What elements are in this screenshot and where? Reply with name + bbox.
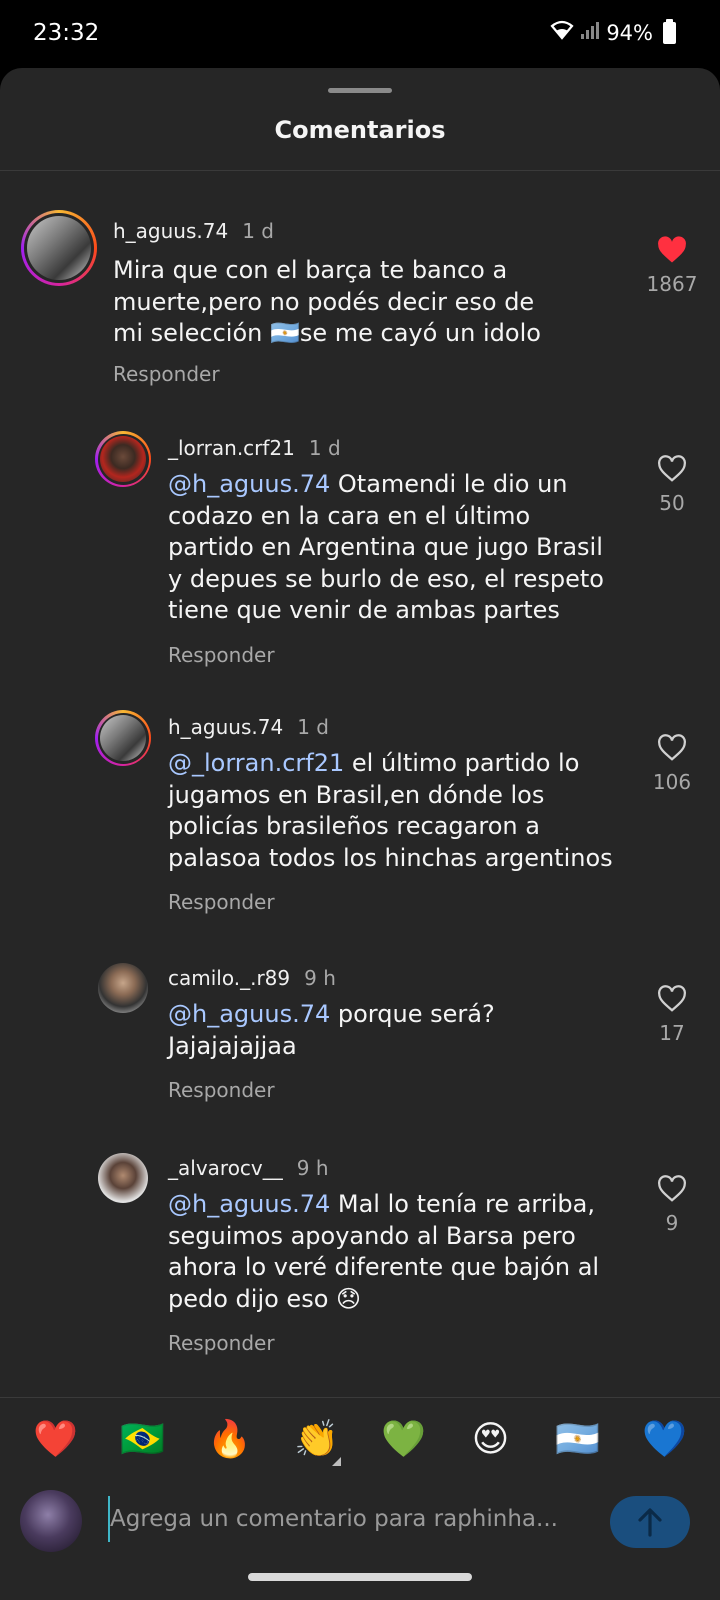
like-count: 50 (659, 491, 685, 515)
emoji-clap-button[interactable]: 👏 (287, 1420, 347, 1466)
comment-body: Mira que con el barça te banco a muerte,… (113, 256, 541, 347)
comment-username[interactable]: _alvarocv__ (168, 1156, 283, 1180)
like-button[interactable]: 17 (637, 985, 707, 1045)
like-button[interactable]: 1867 (637, 236, 707, 296)
comment-time: 1 d (242, 219, 274, 243)
drag-handle[interactable] (328, 88, 392, 93)
comment-text: @_lorran.crf21 el último partido lo juga… (168, 748, 618, 874)
like-count: 9 (665, 1211, 679, 1235)
comment-input-row (0, 1488, 720, 1554)
comment-text: Mira que con el barça te banco a muerte,… (113, 255, 563, 350)
arrow-up-icon (638, 1508, 662, 1537)
emoji-heart-eyes-button[interactable]: 😍 (461, 1420, 521, 1460)
emoji-quick-bar: ❤️ 🇧🇷 🔥 👏 💚 😍 🇦🇷 💙 (0, 1408, 720, 1472)
avatar (20, 1490, 82, 1552)
emoji-heart-button[interactable]: ❤️ (26, 1420, 86, 1460)
emoji-blue-heart-button[interactable]: 💙 (635, 1420, 695, 1460)
reply-button[interactable]: Responder (113, 362, 220, 386)
comment-mention[interactable]: @h_aguus.74 (168, 1000, 330, 1028)
comment-mention[interactable]: @h_aguus.74 (168, 1190, 330, 1218)
comment-item: _alvarocv__ 9 h @h_aguus.74 Mal lo tenía… (0, 1151, 720, 1381)
avatar[interactable] (21, 210, 97, 286)
heart-icon (658, 1175, 686, 1202)
avatar[interactable] (95, 710, 151, 766)
comment-time: 9 h (296, 1156, 329, 1180)
comment-username[interactable]: h_aguus.74 (168, 715, 283, 739)
comment-time: 9 h (304, 966, 336, 990)
reply-button[interactable]: Responder (168, 1078, 275, 1102)
emoji-argentina-flag-button[interactable]: 🇦🇷 (548, 1420, 608, 1460)
comment-input[interactable] (108, 1496, 588, 1542)
gesture-nav-bar[interactable] (248, 1573, 472, 1581)
avatar[interactable] (95, 431, 151, 487)
heart-icon (658, 236, 686, 263)
avatar[interactable] (98, 1153, 148, 1203)
like-count: 106 (652, 770, 692, 794)
heart-icon (658, 455, 686, 482)
like-button[interactable]: 106 (637, 734, 707, 794)
signal-icon (580, 20, 600, 45)
avatar[interactable] (98, 963, 148, 1013)
comment-item: camilo._.r89 9 h @h_aguus.74 porque será… (0, 961, 720, 1121)
comment-text: @h_aguus.74 Otamendi le dio un codazo en… (168, 469, 618, 627)
like-count: 17 (659, 1021, 685, 1045)
reply-button[interactable]: Responder (168, 890, 275, 914)
like-button[interactable]: 9 (637, 1175, 707, 1235)
sheet-title: Comentarios (274, 116, 446, 144)
comment-time: 1 d (308, 436, 341, 460)
reply-button[interactable]: Responder (168, 643, 275, 667)
comment-list[interactable]: h_aguus.74 1 d Mira que con el barça te … (0, 171, 720, 1465)
battery-percent: 94% (606, 20, 653, 45)
comment-item: h_aguus.74 1 d @_lorran.crf21 el último … (0, 710, 720, 930)
wifi-icon (550, 20, 574, 45)
comment-mention[interactable]: @h_aguus.74 (168, 470, 330, 498)
comment-item: _lorran.crf21 1 d @h_aguus.74 Otamendi l… (0, 431, 720, 691)
comment-time: 1 d (297, 715, 329, 739)
heart-icon (658, 985, 686, 1012)
comment-username[interactable]: camilo._.r89 (168, 966, 290, 990)
battery-icon (663, 18, 676, 44)
status-bar: 23:32 94% (0, 0, 720, 68)
like-count: 1867 (646, 272, 698, 296)
like-button[interactable]: 50 (637, 455, 707, 515)
comment-mention[interactable]: @_lorran.crf21 (168, 749, 344, 777)
comment-username[interactable]: _lorran.crf21 (168, 436, 295, 460)
emoji-brazil-flag-button[interactable]: 🇧🇷 (113, 1420, 173, 1460)
comment-username[interactable]: h_aguus.74 (113, 219, 228, 243)
comments-sheet: Comentarios h_aguus.74 1 d Mira que con … (0, 68, 720, 1600)
emoji-fire-button[interactable]: 🔥 (200, 1420, 260, 1460)
divider (0, 1397, 720, 1398)
send-button[interactable] (610, 1496, 690, 1548)
status-time: 23:32 (33, 20, 100, 46)
comment-text: @h_aguus.74 porque será? Jajajajajjaa (168, 999, 618, 1062)
reply-button[interactable]: Responder (168, 1331, 275, 1355)
comment-item: h_aguus.74 1 d Mira que con el barça te … (0, 171, 720, 401)
emoji-green-heart-button[interactable]: 💚 (374, 1420, 434, 1460)
heart-icon (658, 734, 686, 761)
comment-text: @h_aguus.74 Mal lo tenía re arriba, segu… (168, 1189, 618, 1315)
status-icons: 94% (550, 18, 676, 45)
